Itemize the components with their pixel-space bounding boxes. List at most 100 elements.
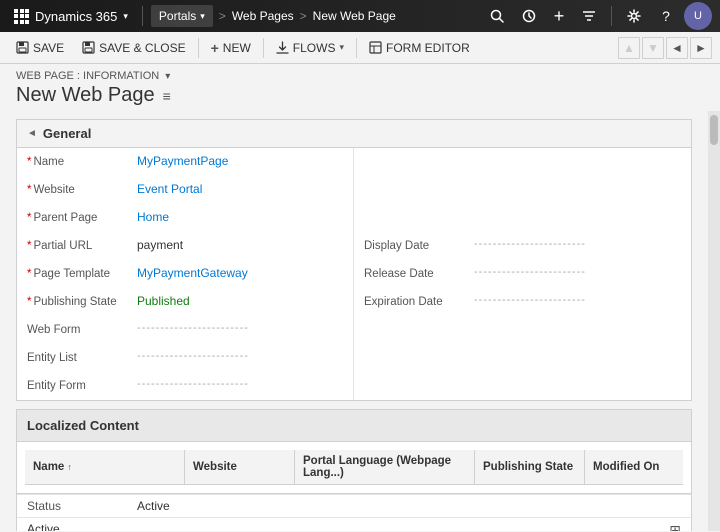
settings-icon-btn[interactable] — [620, 2, 648, 30]
nav-next-btn[interactable]: ► — [690, 37, 712, 59]
website-link[interactable]: Event Portal — [137, 182, 202, 196]
form-editor-icon — [369, 41, 382, 54]
search-icon-btn[interactable] — [483, 2, 511, 30]
save-close-icon — [82, 41, 95, 54]
field-label-entity-form: Entity Form — [27, 378, 137, 392]
field-parent-page: Parent Page Home — [17, 204, 353, 232]
breadcrumb: > Web Pages > New Web Page — [217, 9, 396, 23]
localized-section-label: Localized Content — [27, 418, 139, 433]
nav-up-btn[interactable]: ▲ — [618, 37, 640, 59]
field-value-template: MyPaymentGateway — [137, 266, 343, 280]
top-navigation: Dynamics 365 ▾ Portals ▾ > Web Pages > N… — [0, 0, 720, 32]
filter-icon-btn[interactable] — [575, 2, 603, 30]
field-value-expiration-date: ------------------------ — [474, 294, 681, 306]
col-name-header[interactable]: Name ↑ — [25, 450, 185, 484]
template-link[interactable]: MyPaymentGateway — [137, 266, 248, 280]
status-value: Active — [137, 499, 170, 513]
section-toggle: ◄ — [27, 128, 37, 139]
field-label-web-form: Web Form — [27, 322, 137, 336]
scrollbar-thumb — [710, 115, 718, 145]
field-entity-form: Entity Form ------------------------ — [17, 372, 353, 400]
form-fields-grid: Name MyPaymentPage Website Event Portal … — [17, 148, 691, 400]
status-section: Status Active Active ⊞ — [16, 494, 692, 531]
left-fields: Name MyPaymentPage Website Event Portal … — [17, 148, 354, 400]
save-button[interactable]: SAVE — [8, 37, 72, 59]
localized-section-header: Localized Content — [17, 410, 691, 442]
toolbar: SAVE SAVE & CLOSE + NEW FLOWS ▾ FORM EDI… — [0, 32, 720, 64]
field-release-date: Release Date ------------------------ — [354, 260, 691, 288]
nav-separator-2 — [611, 6, 612, 26]
new-button[interactable]: + NEW — [203, 36, 259, 60]
general-section-label: General — [43, 126, 91, 141]
parent-page-link[interactable]: Home — [137, 210, 169, 224]
flows-icon — [276, 41, 289, 54]
brand-button[interactable]: Dynamics 365 ▾ — [8, 9, 134, 24]
save-close-button[interactable]: SAVE & CLOSE — [74, 37, 193, 59]
right-fields: Display Date ------------------------ Re… — [354, 148, 691, 400]
field-display-date: Display Date ------------------------ — [354, 232, 691, 260]
top-nav-right: + ? U — [483, 2, 712, 30]
field-label-website: Website — [27, 182, 137, 196]
field-value-display-date: ------------------------ — [474, 238, 681, 250]
history-icon-btn[interactable] — [515, 2, 543, 30]
field-partial-url: Partial URL payment — [17, 232, 353, 260]
field-value-web-form: ------------------------ — [137, 322, 343, 334]
field-label-parent: Parent Page — [27, 210, 137, 224]
page-header: WEB PAGE : INFORMATION ▾ New Web Page ≡ — [0, 64, 720, 111]
general-section-header[interactable]: ◄ General — [17, 120, 691, 148]
portals-chevron: ▾ — [200, 11, 205, 22]
active-label: Active — [27, 522, 60, 531]
field-entity-list: Entity List ------------------------ — [17, 344, 353, 372]
breadcrumb-sep2: > — [300, 9, 307, 23]
nav-prev-btn[interactable]: ◄ — [666, 37, 688, 59]
bottom-right-icon[interactable]: ⊞ — [669, 522, 681, 531]
table-header: Name ↑ Website Portal Language (Webpage … — [25, 450, 683, 485]
page-title-row: New Web Page ≡ — [16, 84, 704, 107]
field-value-parent: Home — [137, 210, 343, 224]
field-label-release-date: Release Date — [364, 266, 474, 280]
app-grid-icon — [14, 9, 29, 24]
field-label-name: Name — [27, 154, 137, 168]
field-page-template: Page Template MyPaymentGateway — [17, 260, 353, 288]
field-web-form: Web Form ------------------------ — [17, 316, 353, 344]
add-icon-btn[interactable]: + — [547, 4, 571, 28]
nav-down-btn[interactable]: ▼ — [642, 37, 664, 59]
col-lang-header[interactable]: Portal Language (Webpage Lang...) — [295, 450, 475, 484]
form-area: ◄ General Name MyPaymentPage Website — [0, 111, 708, 531]
field-value-entity-list: ------------------------ — [137, 350, 343, 362]
nav-separator-1 — [142, 6, 143, 26]
brand-chevron: ▾ — [123, 11, 128, 22]
field-label-display-date: Display Date — [364, 238, 474, 252]
field-value-website: Event Portal — [137, 182, 343, 196]
localized-section: Localized Content Name ↑ Website Portal … — [16, 409, 692, 494]
field-name: Name MyPaymentPage — [17, 148, 353, 176]
breadcrumb-sep: > — [219, 9, 226, 23]
status-label: Status — [27, 499, 137, 513]
portals-nav-btn[interactable]: Portals ▾ — [151, 5, 213, 27]
field-value-entity-form: ------------------------ — [137, 378, 343, 390]
field-label-pub-state: Publishing State — [27, 294, 137, 308]
field-value-release-date: ------------------------ — [474, 266, 681, 278]
breadcrumb-web-pages[interactable]: Web Pages — [232, 9, 294, 23]
sort-icon-name: ↑ — [67, 462, 72, 472]
avatar[interactable]: U — [684, 2, 712, 30]
name-link[interactable]: MyPaymentPage — [137, 154, 228, 168]
toolbar-sep-1 — [198, 38, 199, 58]
page-title: New Web Page — [16, 84, 155, 107]
col-pub-header[interactable]: Publishing State — [475, 450, 585, 484]
flows-chevron: ▾ — [339, 42, 344, 53]
field-label-expiration-date: Expiration Date — [364, 294, 474, 308]
status-row: Status Active — [17, 494, 691, 517]
new-icon: + — [211, 40, 219, 56]
field-publishing-state: Publishing State Published — [17, 288, 353, 316]
help-icon-btn[interactable]: ? — [652, 2, 680, 30]
flows-button[interactable]: FLOWS ▾ — [268, 37, 352, 59]
page-menu-icon[interactable]: ≡ — [163, 88, 171, 104]
field-label-entity-list: Entity List — [27, 350, 137, 364]
form-editor-button[interactable]: FORM EDITOR — [361, 37, 478, 59]
col-website-header[interactable]: Website — [185, 450, 295, 484]
scrollbar[interactable] — [708, 111, 720, 531]
field-value-url: payment — [137, 238, 343, 252]
sub-label-dropdown[interactable]: ▾ — [165, 71, 170, 82]
col-mod-header[interactable]: Modified On — [585, 450, 683, 484]
